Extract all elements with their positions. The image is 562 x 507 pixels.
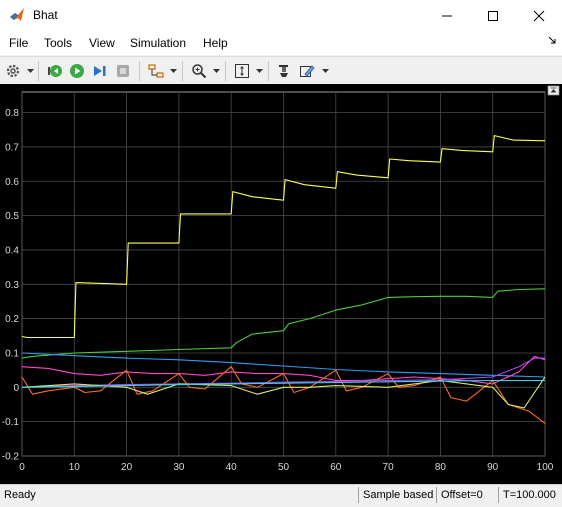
y-tick-label: 0.1 xyxy=(5,348,19,359)
x-tick-label: 90 xyxy=(487,462,499,473)
y-tick-label: 0.2 xyxy=(5,314,19,325)
close-button[interactable] xyxy=(516,0,562,31)
step-back-icon[interactable] xyxy=(44,60,66,82)
fit-icon[interactable] xyxy=(231,60,253,82)
signal-select-icon[interactable] xyxy=(145,60,167,82)
window-title: Bhat xyxy=(33,8,58,22)
y-tick-label: 0.4 xyxy=(5,245,19,256)
zoom-dropdown-icon[interactable] xyxy=(212,66,220,76)
toolbar-separator xyxy=(38,61,39,81)
status-ready: Ready xyxy=(4,489,36,501)
zoom-icon[interactable] xyxy=(188,60,210,82)
title-bar: Bhat xyxy=(0,0,562,31)
signal-dropdown-icon[interactable] xyxy=(169,66,177,76)
settings-icon[interactable] xyxy=(2,60,24,82)
y-tick-label: 0.8 xyxy=(5,108,19,119)
toolbar-separator xyxy=(139,61,140,81)
status-time: T=100.000 xyxy=(498,487,562,503)
x-tick-label: 40 xyxy=(226,462,238,473)
scope-display: -0.2 -0.1 0 0.1 0.2 0.3 0.4 0.5 0.6 0.7 0.8 0 10 20 3… xyxy=(0,84,562,484)
x-tick-label: 80 xyxy=(435,462,447,473)
run-icon[interactable] xyxy=(66,60,88,82)
x-tick-label: 50 xyxy=(278,462,290,473)
toolbar xyxy=(0,56,562,86)
y-tick-label: -0.2 xyxy=(2,452,20,463)
menu-file[interactable]: File xyxy=(9,36,28,50)
matlab-app-icon xyxy=(9,7,25,23)
status-offset: Offset=0 xyxy=(436,487,497,503)
toolbar-separator xyxy=(268,61,269,81)
x-tick-label: 20 xyxy=(121,462,133,473)
menu-tools[interactable]: Tools xyxy=(44,36,72,50)
x-tick-label: 0 xyxy=(19,462,25,473)
y-tick-labels: -0.2 -0.1 0 0.1 0.2 0.3 0.4 0.5 0.6 0.7 0.8 xyxy=(2,108,20,462)
minimize-button[interactable] xyxy=(424,0,470,31)
y-tick-label: 0 xyxy=(13,383,19,394)
menu-view[interactable]: View xyxy=(89,36,115,50)
y-tick-label: 0.7 xyxy=(5,142,19,153)
y-tick-label: 0.5 xyxy=(5,211,19,222)
settings-dropdown-icon[interactable] xyxy=(26,66,34,76)
fit-dropdown-icon[interactable] xyxy=(255,66,263,76)
x-tick-label: 10 xyxy=(69,462,81,473)
x-tick-label: 100 xyxy=(537,462,554,473)
scope-plot[interactable]: -0.2 -0.1 0 0.1 0.2 0.3 0.4 0.5 0.6 0.7 0.8 0 10 20 3… xyxy=(0,84,562,484)
y-tick-label: -0.1 xyxy=(2,417,20,428)
expand-legend-button[interactable] xyxy=(547,85,560,96)
style-dropdown-icon[interactable] xyxy=(321,66,329,76)
undock-arrow-icon[interactable] xyxy=(548,36,556,47)
status-mode: Sample based xyxy=(358,487,437,503)
menu-bar: File Tools View Simulation Help xyxy=(0,31,562,55)
maximize-button[interactable] xyxy=(470,0,516,31)
x-tick-label: 30 xyxy=(173,462,185,473)
status-bar: Ready Sample based Offset=0 T=100.000 xyxy=(0,484,562,507)
y-tick-label: 0.3 xyxy=(5,280,19,291)
menu-help[interactable]: Help xyxy=(203,36,228,50)
toolbar-separator xyxy=(225,61,226,81)
toolbar-separator xyxy=(182,61,183,81)
x-tick-label: 60 xyxy=(330,462,342,473)
style-icon[interactable] xyxy=(296,60,318,82)
x-tick-label: 70 xyxy=(383,462,395,473)
y-tick-label: 0.6 xyxy=(5,177,19,188)
highlight-icon[interactable] xyxy=(273,60,295,82)
x-tick-labels: 0 10 20 30 40 50 60 70 80 90 100 xyxy=(19,462,554,473)
stop-icon[interactable] xyxy=(112,60,134,82)
menu-simulation[interactable]: Simulation xyxy=(130,36,186,50)
step-forward-icon[interactable] xyxy=(89,60,111,82)
